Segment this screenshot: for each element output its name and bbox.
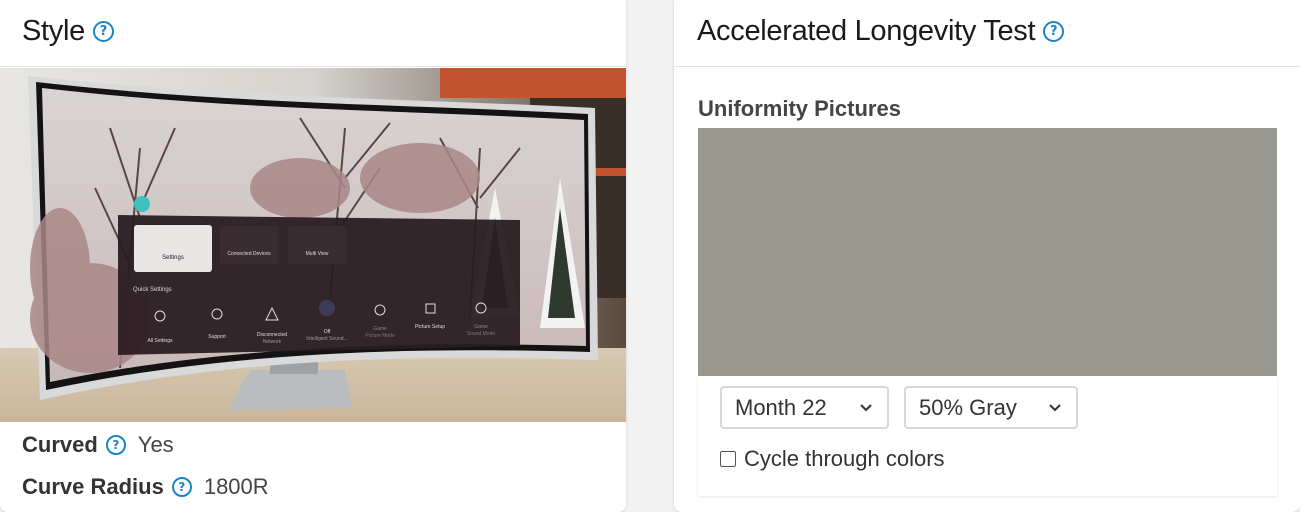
spec-value-curved: Yes — [137, 432, 174, 457]
style-card-header: Style ? — [0, 0, 626, 67]
color-select[interactable]: 50% Gray — [904, 386, 1078, 429]
cycle-colors-label: Cycle through colors — [744, 446, 945, 471]
qs-game-sub: Picture Mode — [365, 333, 395, 339]
spec-label-curve-radius: Curve Radius — [22, 474, 164, 499]
style-title: Style — [22, 14, 85, 47]
uniformity-picture — [698, 128, 1277, 376]
qs-game2-sub: Sound Mode — [467, 331, 496, 337]
spec-value-curve-radius: 1800R — [203, 474, 269, 499]
qs-picture-setup: Picture Setup — [415, 324, 445, 330]
qs-all-settings: All Settings — [147, 338, 173, 344]
qs-support: Support — [208, 334, 226, 340]
longevity-help-icon[interactable]: ? — [1043, 20, 1065, 42]
tile-multiview-label: Multi View — [306, 251, 329, 257]
cycle-colors-checkbox[interactable] — [720, 451, 736, 467]
uniformity-pictures-label: Uniformity Pictures — [698, 96, 901, 121]
qs-game: Game — [373, 326, 387, 332]
qs-disconnected: Disconnected — [257, 332, 288, 338]
uniformity-controls: Month 22 50% Gray Cycle through colors — [698, 376, 1277, 496]
cycle-colors-row[interactable]: Cycle through colors — [720, 446, 945, 472]
style-card: Style ? Settings Connected Devices Multi… — [0, 0, 626, 512]
spec-row-curve-radius: Curve Radius ? 1800R — [22, 474, 269, 500]
month-select[interactable]: Month 22 — [720, 386, 889, 429]
qs-game2: Game — [474, 324, 488, 330]
curve-radius-help-icon[interactable]: ? — [171, 477, 192, 497]
quick-settings-label: Quick Settings — [133, 287, 172, 293]
tile-connected-label: Connected Devices — [227, 251, 271, 257]
tv-photo: Settings Connected Devices Multi View Qu… — [0, 68, 626, 422]
longevity-title: Accelerated Longevity Test — [697, 14, 1036, 47]
month-select-value: Month 22 — [735, 394, 827, 420]
longevity-card: Accelerated Longevity Test ? Uniformity … — [674, 0, 1300, 512]
qs-off: Off — [324, 329, 331, 335]
chevron-down-icon — [1049, 404, 1061, 412]
curved-help-icon[interactable]: ? — [105, 435, 126, 455]
qs-off-sub: Intelligent Sound... — [306, 336, 347, 342]
tile-settings-label: Settings — [162, 255, 184, 261]
spec-label-curved: Curved — [22, 432, 98, 457]
settings-tile — [134, 225, 212, 272]
qs-disconnected-sub: Network — [263, 339, 282, 345]
style-help-icon[interactable]: ? — [92, 20, 114, 42]
spec-row-curved: Curved ? Yes — [22, 432, 174, 458]
color-select-value: 50% Gray — [919, 394, 1017, 420]
longevity-card-header: Accelerated Longevity Test ? — [674, 0, 1300, 67]
chevron-down-icon — [860, 404, 872, 412]
